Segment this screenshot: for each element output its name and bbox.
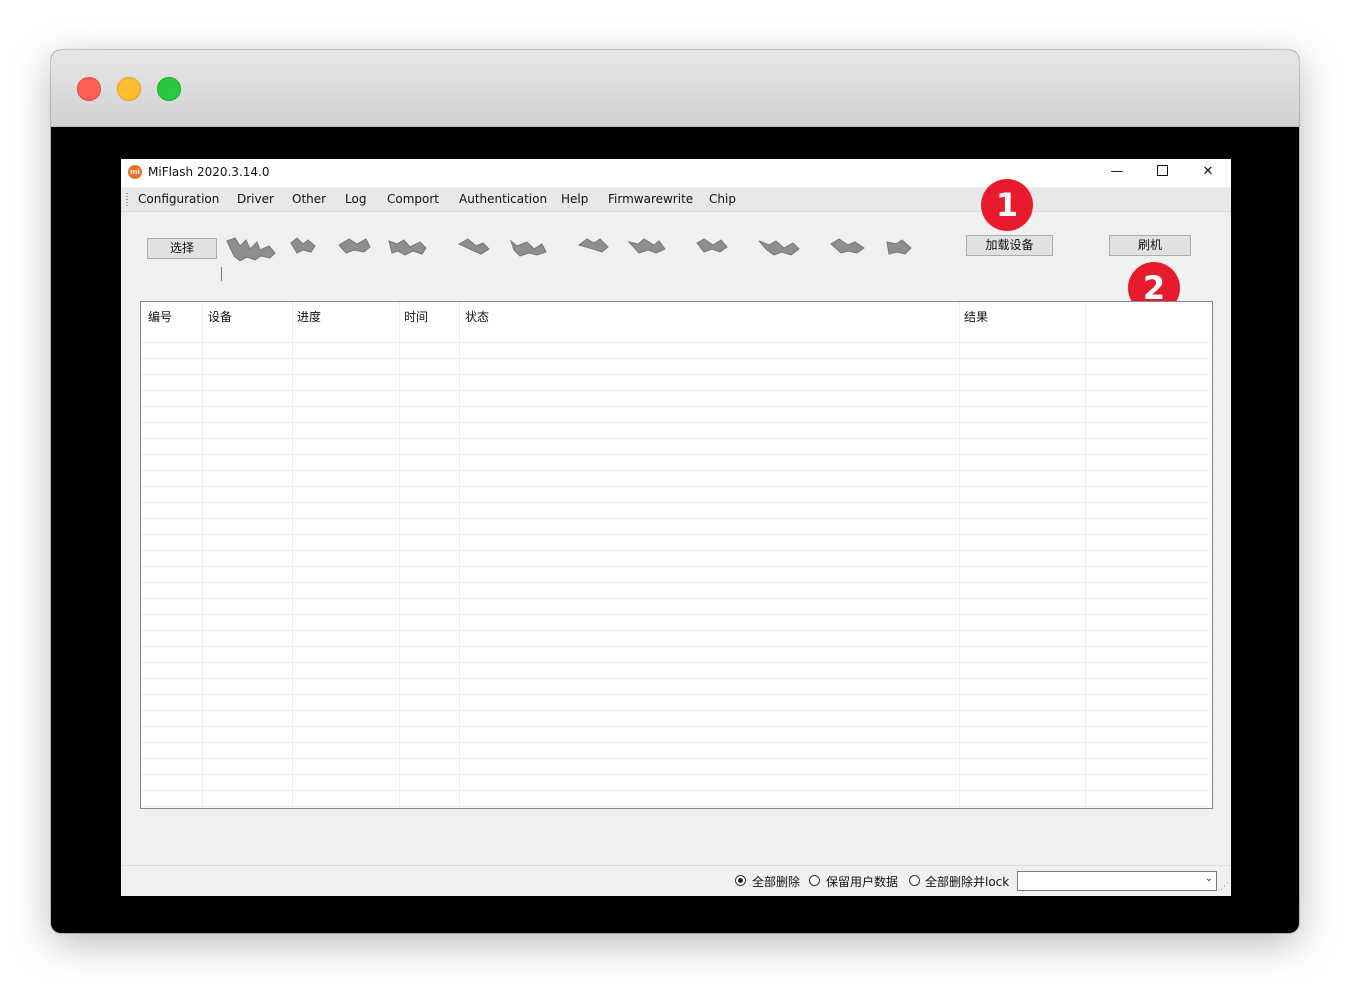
redacted-path-field[interactable] bbox=[219, 235, 929, 261]
options-dropdown[interactable]: ⌄ bbox=[1017, 871, 1217, 891]
maximize-icon[interactable] bbox=[1139, 159, 1185, 187]
column-divider bbox=[959, 302, 960, 808]
column-header-result[interactable]: 结果 bbox=[964, 308, 988, 325]
device-table[interactable]: 编号 设备 进度 时间 状态 结果 bbox=[140, 301, 1213, 809]
radio-clean-all-and-lock[interactable] bbox=[909, 875, 920, 886]
load-devices-button[interactable]: 加载设备 bbox=[966, 235, 1053, 256]
column-divider bbox=[1085, 302, 1086, 808]
close-icon[interactable]: ✕ bbox=[1185, 159, 1231, 187]
resize-grip-icon[interactable]: ⋰ bbox=[1220, 882, 1229, 892]
close-traffic-light[interactable] bbox=[77, 77, 101, 101]
column-divider bbox=[292, 302, 293, 808]
radio-clean-all-and-lock-label[interactable]: 全部删除并lock bbox=[925, 873, 1009, 890]
zoom-traffic-light[interactable] bbox=[157, 77, 181, 101]
radio-clean-all-label[interactable]: 全部删除 bbox=[752, 873, 800, 890]
menu-other[interactable]: Other bbox=[292, 192, 326, 206]
menu-comport[interactable]: Comport bbox=[387, 192, 439, 206]
menu-log[interactable]: Log bbox=[345, 192, 366, 206]
menu-authentication[interactable]: Authentication bbox=[459, 192, 547, 206]
menu-chip[interactable]: Chip bbox=[709, 192, 736, 206]
radio-clean-all[interactable] bbox=[735, 875, 746, 886]
menu-help[interactable]: Help bbox=[561, 192, 588, 206]
mac-window-frame: mi MiFlash 2020.3.14.0 — ✕ Configuration… bbox=[51, 50, 1299, 933]
menu-firmwarewrite[interactable]: Firmwarewrite bbox=[608, 192, 693, 206]
column-header-status[interactable]: 状态 bbox=[465, 308, 489, 325]
column-divider bbox=[202, 302, 203, 808]
minimize-traffic-light[interactable] bbox=[117, 77, 141, 101]
select-folder-button[interactable]: 选择 bbox=[147, 238, 217, 259]
status-bar: 全部删除 保留用户数据 全部删除并lock ⌄ ⋰ bbox=[121, 865, 1231, 896]
column-divider bbox=[399, 302, 400, 808]
column-divider bbox=[459, 302, 460, 808]
column-header-id[interactable]: 编号 bbox=[148, 308, 172, 325]
window-titlebar: mi MiFlash 2020.3.14.0 — ✕ bbox=[121, 159, 1231, 187]
column-header-device[interactable]: 设备 bbox=[208, 308, 232, 325]
text-caret bbox=[221, 267, 222, 281]
table-rows bbox=[141, 342, 1212, 808]
menu-bar: Configuration Driver Other Log Comport A… bbox=[121, 188, 1231, 212]
menu-driver[interactable]: Driver bbox=[237, 192, 274, 206]
minimize-icon[interactable]: — bbox=[1094, 159, 1140, 187]
menu-configuration[interactable]: Configuration bbox=[138, 192, 219, 206]
chevron-down-icon[interactable]: ⌄ bbox=[1205, 873, 1213, 884]
toolbar-grip-icon[interactable] bbox=[126, 193, 128, 206]
window-title: MiFlash 2020.3.14.0 bbox=[148, 165, 270, 179]
column-header-time[interactable]: 时间 bbox=[404, 308, 428, 325]
radio-save-user-data[interactable] bbox=[809, 875, 820, 886]
miflash-window: mi MiFlash 2020.3.14.0 — ✕ Configuration… bbox=[121, 159, 1231, 896]
step-1-badge: 1 bbox=[981, 179, 1033, 231]
column-header-progress[interactable]: 进度 bbox=[297, 308, 321, 325]
flash-button[interactable]: 刷机 bbox=[1109, 235, 1191, 256]
radio-save-user-data-label[interactable]: 保留用户数据 bbox=[826, 873, 898, 890]
miflash-logo-icon: mi bbox=[128, 165, 142, 179]
mac-titlebar bbox=[51, 50, 1299, 127]
